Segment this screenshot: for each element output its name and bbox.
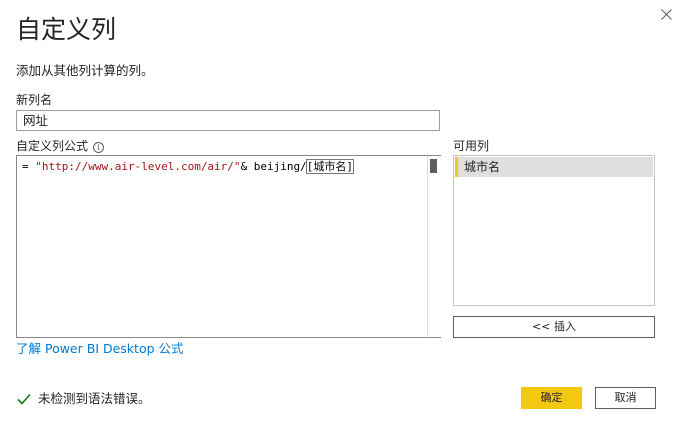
new-column-name-input[interactable]: 网址 xyxy=(16,110,440,131)
formula-column-reference: [城市名] xyxy=(305,159,355,174)
checkmark-icon xyxy=(17,393,31,405)
dialog-title: 自定义列 xyxy=(16,15,117,44)
formula-label: 自定义列公式 xyxy=(16,139,89,153)
formula-prefix: = xyxy=(22,160,36,173)
close-icon xyxy=(660,8,672,20)
insert-button[interactable]: << 插入 xyxy=(453,316,655,338)
formula-vertical-scrollbar[interactable] xyxy=(427,156,442,337)
info-icon[interactable]: i xyxy=(93,142,104,153)
learn-formulas-link[interactable]: 了解 Power BI Desktop 公式 xyxy=(16,340,184,358)
cancel-button[interactable]: 取消 xyxy=(595,387,656,409)
formula-editor[interactable]: = "http://www.air-level.com/air/"& beiji… xyxy=(16,155,442,338)
ok-button[interactable]: 确定 xyxy=(521,387,582,409)
available-columns-label: 可用列 xyxy=(453,139,490,153)
formula-string-literal: "http://www.air-level.com/air/" xyxy=(35,160,241,173)
syntax-status-text: 未检测到语法错误。 xyxy=(38,391,151,406)
new-column-name-label: 新列名 xyxy=(16,93,53,107)
scrollbar-thumb[interactable] xyxy=(430,159,437,173)
available-column-item[interactable]: 城市名 xyxy=(455,157,653,177)
close-button[interactable] xyxy=(656,4,676,24)
formula-text[interactable]: = "http://www.air-level.com/air/"& beiji… xyxy=(22,159,355,174)
available-columns-list: 城市名 xyxy=(453,155,655,306)
custom-column-dialog: 自定义列 添加从其他列计算的列。 新列名 网址 自定义列公式 i = "http… xyxy=(0,0,676,431)
dialog-subtitle: 添加从其他列计算的列。 xyxy=(16,63,154,78)
formula-operator: & beijing/ xyxy=(240,160,307,173)
